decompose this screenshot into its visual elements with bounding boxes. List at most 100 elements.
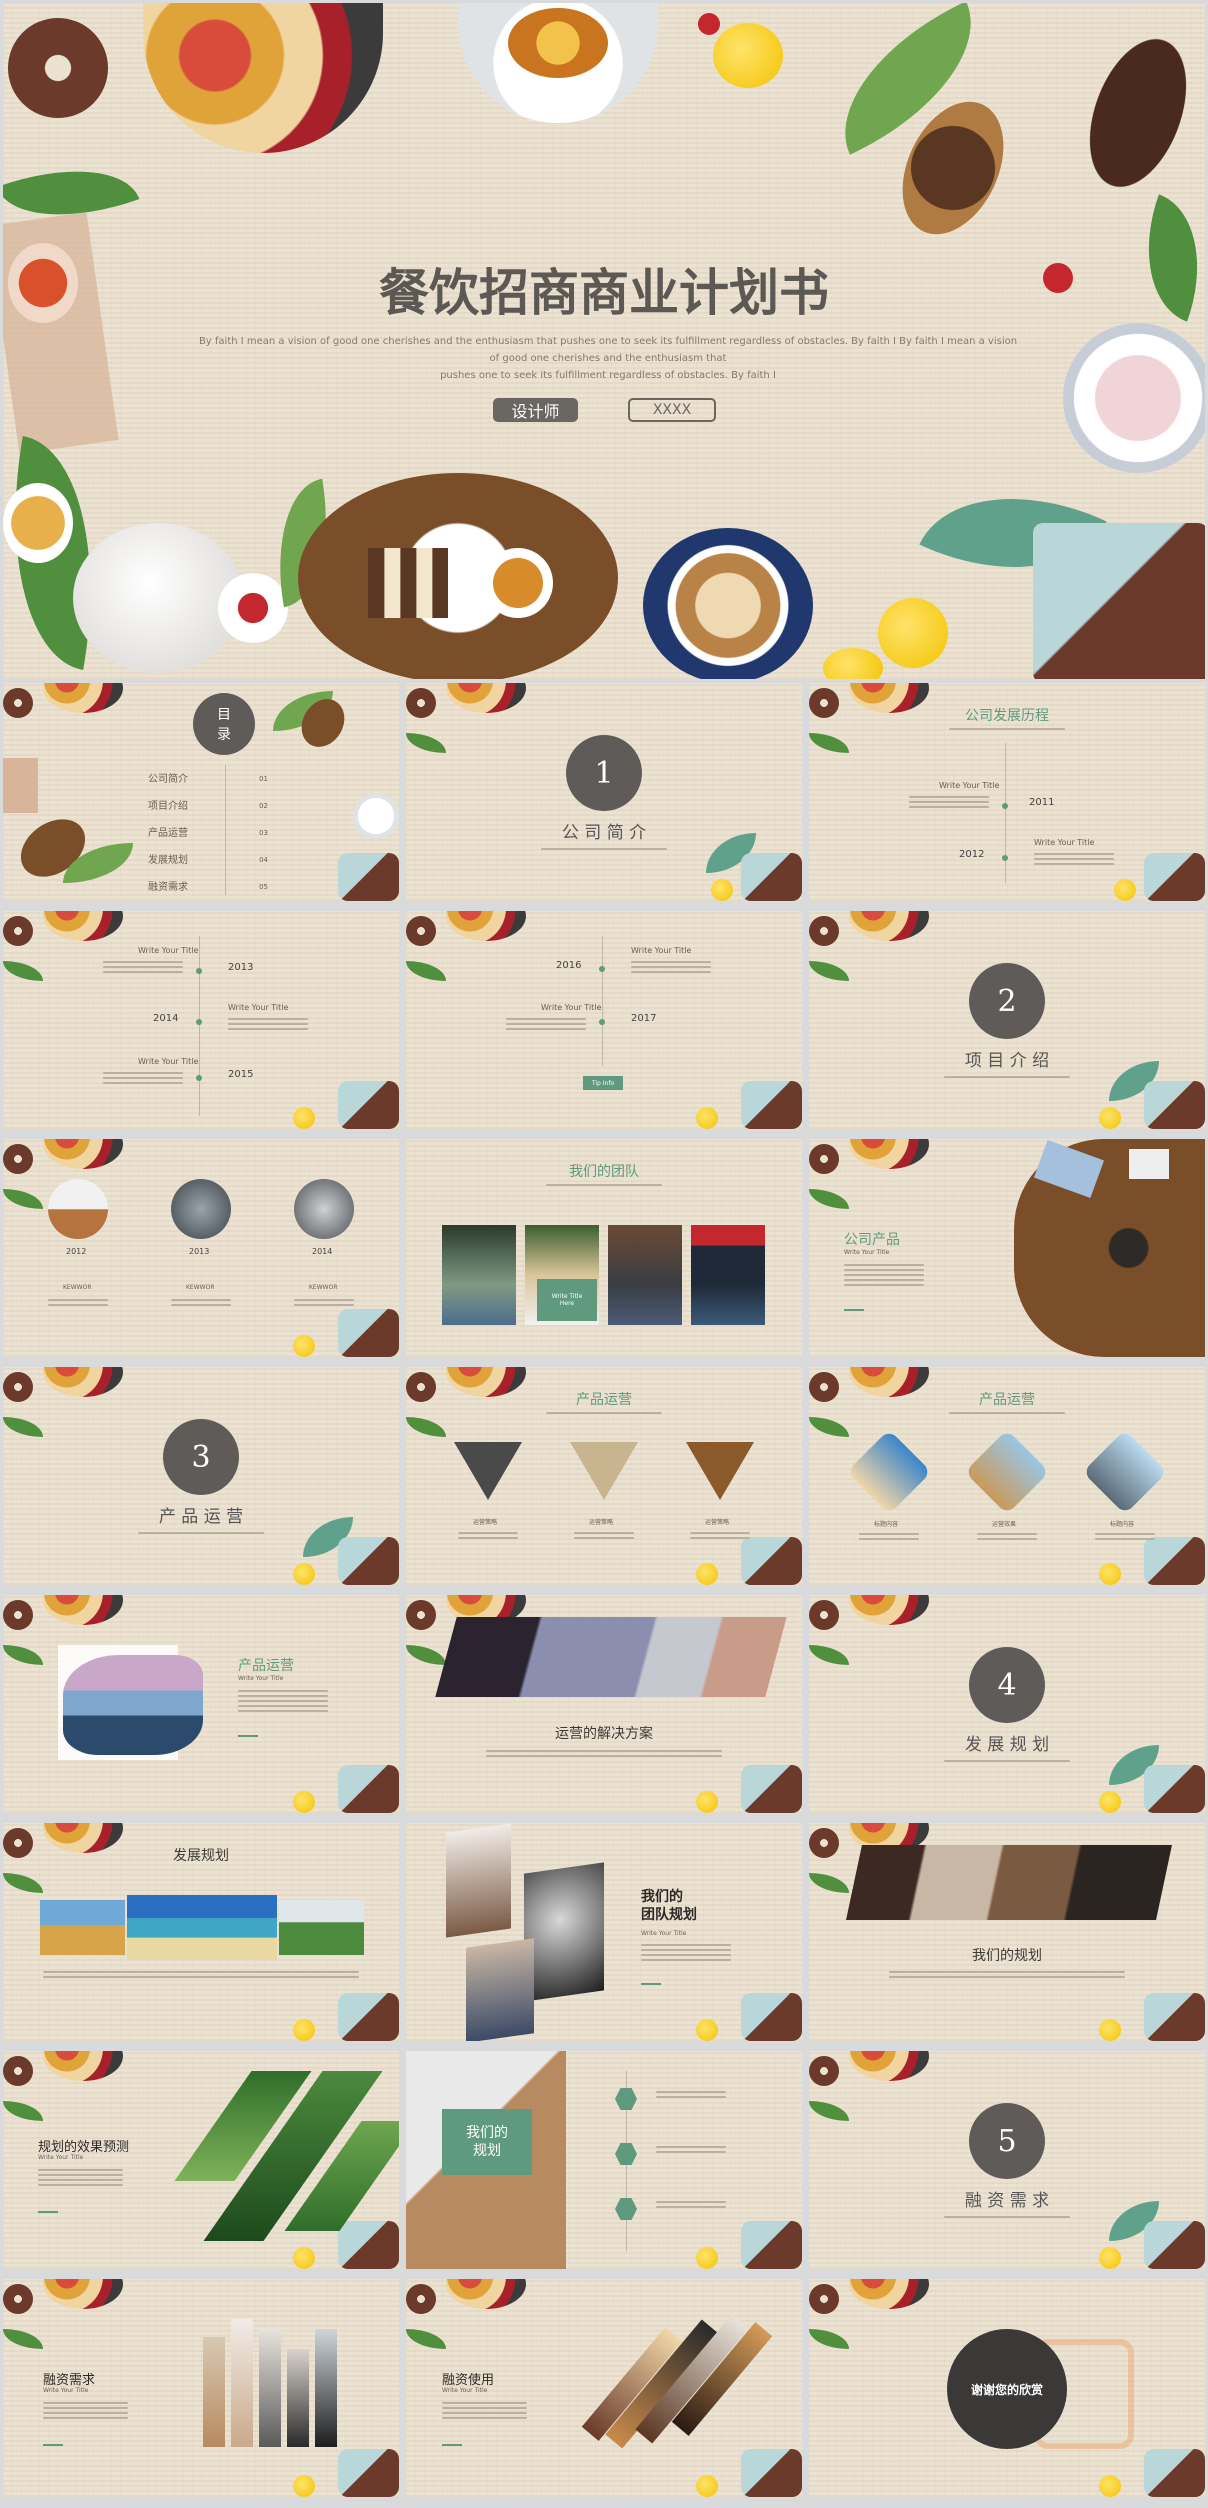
fruit-bowl-image — [446, 683, 526, 713]
section-slide-4[interactable]: 4 发 展 规 划 — [809, 1595, 1205, 1813]
ops-text — [690, 1529, 750, 1542]
toc-title-top: 目 — [217, 707, 231, 723]
room-strip-photo — [315, 2329, 337, 2447]
room-strip-photo — [231, 2319, 253, 2447]
fruit-bowl-image — [849, 2051, 929, 2081]
donut-image — [3, 1600, 33, 1630]
orange-tea-image — [483, 548, 553, 618]
leaf-image — [3, 2101, 43, 2121]
team-slide[interactable]: 我们的团队 Write Title Here — [406, 1139, 802, 1357]
donut-image — [809, 2284, 839, 2314]
designer-button[interactable]: 设计师 — [493, 398, 578, 422]
history-slide[interactable]: 公司发展历程 Write Your Title 2011 Write Your … — [809, 683, 1205, 901]
thanks-slide[interactable]: 谢谢您的欣赏 — [809, 2279, 1205, 2497]
slide-title: 规划的效果预测 — [38, 2140, 130, 2155]
timeline-slide-a[interactable]: Write Your Title 2013 Write Your Title 2… — [3, 911, 399, 1129]
toc-item-number: 04 — [259, 856, 268, 864]
leaf-image — [406, 1645, 446, 1665]
ops-text — [1095, 1530, 1155, 1543]
ops-slide-a[interactable]: 产品运营 运营策略 运营策略 运营策略 — [406, 1367, 802, 1585]
cake-image — [1144, 2449, 1205, 2497]
milestone-photo — [48, 1179, 108, 1239]
fruit-bowl-image — [43, 2279, 123, 2309]
cover-title: 餐饮招商商业计划书 — [379, 264, 829, 322]
cake-image — [338, 1993, 399, 2041]
cake-image — [1144, 853, 1205, 901]
toc-item[interactable]: 产品运营 03 — [148, 820, 268, 847]
plan-box-line1: 我们的 — [466, 2125, 508, 2141]
cover-subtitle-line1: By faith I mean a vision of good one che… — [198, 336, 1018, 364]
year-label: 2016 — [556, 960, 582, 971]
product-slide[interactable]: 公司产品 Write Your Title — [809, 1139, 1205, 1357]
entry-title: Write Your Title — [541, 1003, 602, 1012]
lemon-image — [293, 2475, 315, 2497]
section-slide-1[interactable]: 1 公 司 简 介 — [406, 683, 802, 901]
fruit-bowl-image — [43, 683, 123, 713]
lemon-image — [1099, 2019, 1121, 2041]
entry-title: Write Your Title — [939, 781, 1000, 790]
donut-image — [406, 2284, 436, 2314]
ops-text — [574, 1529, 634, 1542]
jam-dish-image — [218, 573, 288, 643]
team-plan-slide[interactable]: 我们的 团队规划 Write Your Title — [406, 1823, 802, 2041]
slide-title: 融资使用 — [442, 2373, 495, 2388]
leaf-image — [406, 961, 446, 981]
entry-text — [103, 1069, 183, 1087]
plan-box: 我们的 规划 — [442, 2109, 532, 2175]
fruit-bowl-image — [43, 2051, 123, 2081]
timeline-slide-b[interactable]: Write Your Title 2016 Write Your Title 2… — [406, 911, 802, 1129]
tip-tag[interactable]: Tip Info — [583, 1076, 623, 1090]
toc-item[interactable]: 发展规划 04 — [148, 847, 268, 874]
plan-photo — [127, 1895, 277, 1960]
our-plan-text — [889, 1968, 1125, 1981]
accent-line — [43, 2444, 63, 2446]
timeline-dot — [1002, 803, 1008, 809]
donut-image — [809, 1828, 839, 1858]
lemon-image — [711, 879, 733, 901]
forecast-text — [38, 2166, 123, 2189]
year-label: 2015 — [228, 1069, 254, 1080]
slide-title: 发展规划 — [173, 1848, 229, 1864]
section-slide-3[interactable]: 3 产 品 运 营 — [3, 1367, 399, 1585]
usage-slide[interactable]: 融资使用 Write Your Title — [406, 2279, 802, 2497]
plan-photo — [40, 1900, 125, 1955]
toc-item[interactable]: 融资需求 05 — [148, 874, 268, 901]
cake-image — [741, 1765, 802, 1813]
section-slide-2[interactable]: 2 项 目 介 绍 — [809, 911, 1205, 1129]
toc-slide[interactable]: 目 录 公司简介 01 项目介绍 02 产品运营 03 发展规划 04 融资需求 05 — [3, 683, 399, 901]
slide-title: 融资需求 — [43, 2373, 96, 2388]
toc-item-number: 03 — [259, 829, 268, 837]
milestones-slide[interactable]: 2012 2013 2014 KEWWOR KEWWOR KEWWOR — [3, 1139, 399, 1357]
milestone-photo — [294, 1179, 354, 1239]
our-plan-slide[interactable]: 我们的规划 — [809, 1823, 1205, 2041]
accent-line — [238, 1735, 258, 1737]
toc-badge: 目 录 — [193, 693, 255, 755]
plan-box-slide[interactable]: 我们的 规划 — [406, 2051, 802, 2269]
usage-text — [442, 2399, 527, 2422]
leaf-image — [406, 1417, 446, 1437]
cake-image — [338, 1765, 399, 1813]
toc-item[interactable]: 公司简介 01 — [148, 766, 268, 793]
donut-image — [809, 916, 839, 946]
ops-slide-b[interactable]: 产品运营 标题内容 运营效果 标题内容 — [809, 1367, 1205, 1585]
plan-text — [43, 1968, 359, 1981]
plan-slide[interactable]: 发展规划 — [3, 1823, 399, 2041]
ops-slide-c[interactable]: 产品运营 Write Your Title — [3, 1595, 399, 1813]
solution-slide[interactable]: 运营的解决方案 — [406, 1595, 802, 1813]
team-plan-photo — [446, 1823, 511, 1938]
slide-title: 运营的解决方案 — [555, 1726, 653, 1742]
xxxx-button[interactable]: XXXX — [628, 398, 716, 422]
cake-image — [741, 1081, 802, 1129]
funding-slide[interactable]: 融资需求 Write Your Title — [3, 2279, 399, 2497]
forecast-slide[interactable]: 规划的效果预测 Write Your Title — [3, 2051, 399, 2269]
accent-line — [38, 2211, 58, 2213]
cover-slide[interactable]: 餐饮招商商业计划书 By faith I mean a vision of go… — [3, 3, 1205, 679]
cake-image — [338, 1081, 399, 1129]
team-tag-line1: Write Title — [551, 1293, 583, 1300]
donut-image — [406, 916, 436, 946]
ops-caption: 运营效果 — [992, 1521, 1017, 1528]
section-slide-5[interactable]: 5 融 资 需 求 — [809, 2051, 1205, 2269]
timeline-dot — [196, 968, 202, 974]
toc-item[interactable]: 项目介绍 02 — [148, 793, 268, 820]
hexagon-icon — [615, 2088, 637, 2110]
